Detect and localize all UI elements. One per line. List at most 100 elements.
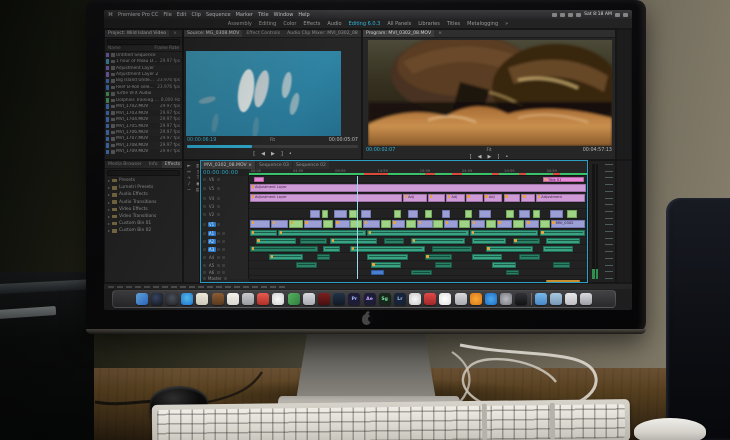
timeline-clip[interactable] [250, 230, 277, 236]
workspace-tab[interactable]: Color [283, 21, 296, 27]
finder-dock-icon[interactable] [136, 293, 148, 305]
vlc-dock-icon[interactable] [470, 293, 482, 305]
timeline-clip[interactable] [361, 210, 371, 218]
track-v6[interactable]: Title 01 [249, 176, 587, 183]
effects-folder-row[interactable]: ▸Presets [105, 177, 182, 184]
notification-center-icon[interactable] [623, 13, 628, 17]
timeline-clip[interactable] [411, 270, 431, 275]
project-tab-close-icon[interactable]: × [170, 30, 180, 37]
track-lock-icon[interactable] [203, 264, 206, 267]
track-lock-icon[interactable] [203, 187, 206, 190]
timeline-clip[interactable] [425, 210, 432, 218]
timeline-clip[interactable] [497, 220, 512, 228]
workspace-tab[interactable]: Audio [327, 21, 341, 27]
track-lock-icon[interactable] [203, 271, 206, 274]
project-item-row[interactable]: Untitled Sequence [105, 52, 182, 58]
transport-button[interactable]: ] [497, 155, 499, 160]
tab-program[interactable]: Program: MVI_0302_08.MOV [363, 30, 434, 37]
program-tab-close-icon[interactable]: × [435, 30, 445, 37]
timeline-clip[interactable] [471, 220, 485, 228]
timeline-clip[interactable] [472, 238, 506, 244]
timeline-clip[interactable] [521, 194, 535, 202]
twirl-icon[interactable]: ▸ [108, 221, 110, 226]
contacts-dock-icon[interactable] [242, 293, 254, 305]
transport-button[interactable]: ▶ [271, 152, 275, 157]
timeline-clip[interactable] [406, 220, 416, 228]
tab-effects-group[interactable]: Info [146, 161, 161, 168]
project-item-row[interactable]: Adjustment Layer 2 [105, 71, 182, 77]
tool-button[interactable]: ↔ [185, 170, 193, 175]
timeline-clip[interactable] [269, 254, 303, 260]
timeline-clip[interactable] [335, 220, 350, 228]
timeline-clip[interactable] [442, 210, 450, 218]
timeline-clip[interactable] [525, 220, 539, 228]
effects-folder-row[interactable]: ▸Audio Transitions [105, 199, 182, 206]
twirl-icon[interactable]: ▸ [108, 192, 110, 197]
track-toggle-icon[interactable] [217, 256, 220, 259]
timeline-clip[interactable] [367, 230, 468, 236]
track-mute-icon[interactable] [222, 271, 225, 274]
workspace-tab[interactable]: Titles [447, 21, 460, 27]
track-a1[interactable] [249, 229, 587, 237]
track-header-master[interactable]: Master [201, 276, 248, 281]
timeline-clip[interactable] [250, 220, 270, 228]
track-lock-icon[interactable] [203, 256, 206, 259]
timeline-clip[interactable] [540, 230, 586, 236]
workspace-tab[interactable]: All Panels [387, 21, 411, 27]
track-header-v5[interactable]: V5 [201, 183, 248, 193]
timeline-clip[interactable] [271, 220, 288, 228]
track-toggle-icon[interactable] [217, 178, 220, 181]
spotlight-icon[interactable] [615, 13, 620, 17]
downloads-arrow-dock-icon[interactable] [455, 293, 467, 305]
track-lock-icon[interactable] [203, 178, 206, 181]
timeline-clip[interactable] [250, 246, 318, 252]
track-toggle-icon[interactable] [217, 187, 220, 190]
track-mute-icon[interactable] [222, 248, 225, 251]
track-v4[interactable]: Adjustment LayerAdjAdjAdjAdjustment [249, 193, 587, 203]
timeline-clip[interactable] [466, 194, 483, 202]
timeline-clip[interactable] [349, 210, 357, 218]
twirl-icon[interactable]: ▸ [108, 178, 110, 183]
timeline-tab[interactable]: MVI_0302_08.MOV × [201, 161, 255, 169]
timeline-clip[interactable]: Adj [484, 194, 503, 202]
effects-folder-row[interactable]: ▸Audio Effects [105, 191, 182, 198]
transport-button[interactable]: ◀ [478, 155, 482, 160]
timeline-clip[interactable] [254, 177, 264, 182]
timeline-clip[interactable] [506, 270, 520, 275]
timeline-clip[interactable] [322, 210, 329, 218]
menu-window[interactable]: Window [274, 12, 294, 18]
track-toggle-icon[interactable] [224, 277, 227, 280]
timeline-clip[interactable]: Adjustment [536, 194, 585, 202]
photos-dock-icon[interactable] [272, 293, 284, 305]
timeline-clip[interactable] [543, 246, 573, 252]
tab-panel[interactable]: Effect Controls [243, 30, 283, 37]
timeline-clip[interactable] [371, 270, 385, 275]
menubar-clock[interactable]: Sat 8:18 AM [584, 12, 612, 17]
creative-cloud-dock-icon[interactable] [424, 293, 436, 305]
menu-help[interactable]: Help [298, 12, 309, 18]
tool-button[interactable]: ~ [185, 188, 193, 193]
system-preferences-dock-icon[interactable] [500, 293, 512, 305]
timeline-clip[interactable] [519, 210, 529, 218]
workspace-tab[interactable]: Assembly [228, 21, 252, 27]
project-item-row[interactable]: MVI_1707.MOV29.97 fps [105, 136, 182, 142]
notes-dock-icon[interactable] [196, 293, 208, 305]
timeline-clip[interactable] [479, 210, 491, 218]
timeline-clip[interactable] [371, 262, 401, 268]
timeline-clip[interactable] [367, 254, 408, 260]
track-toggle-icon[interactable] [217, 213, 220, 216]
workspace-tab[interactable]: Editing 6.0.3 [349, 21, 381, 27]
transport-button[interactable]: • [289, 152, 292, 157]
tool-button[interactable]: + [185, 176, 193, 181]
menu-file[interactable]: File [163, 12, 171, 18]
timeline-clip[interactable] [486, 220, 496, 228]
track-a3[interactable] [249, 245, 587, 253]
app-store-dock-icon[interactable] [485, 293, 497, 305]
timeline-clip[interactable] [408, 210, 418, 218]
timeline-tab[interactable]: Sequence 03 [256, 161, 292, 169]
track-mute-icon[interactable] [222, 232, 225, 235]
track-toggle-icon[interactable] [217, 248, 220, 251]
media-encoder-dock-icon[interactable] [409, 293, 421, 305]
source-video-dolphins[interactable] [186, 51, 341, 136]
track-toggle-icon[interactable] [217, 197, 220, 200]
